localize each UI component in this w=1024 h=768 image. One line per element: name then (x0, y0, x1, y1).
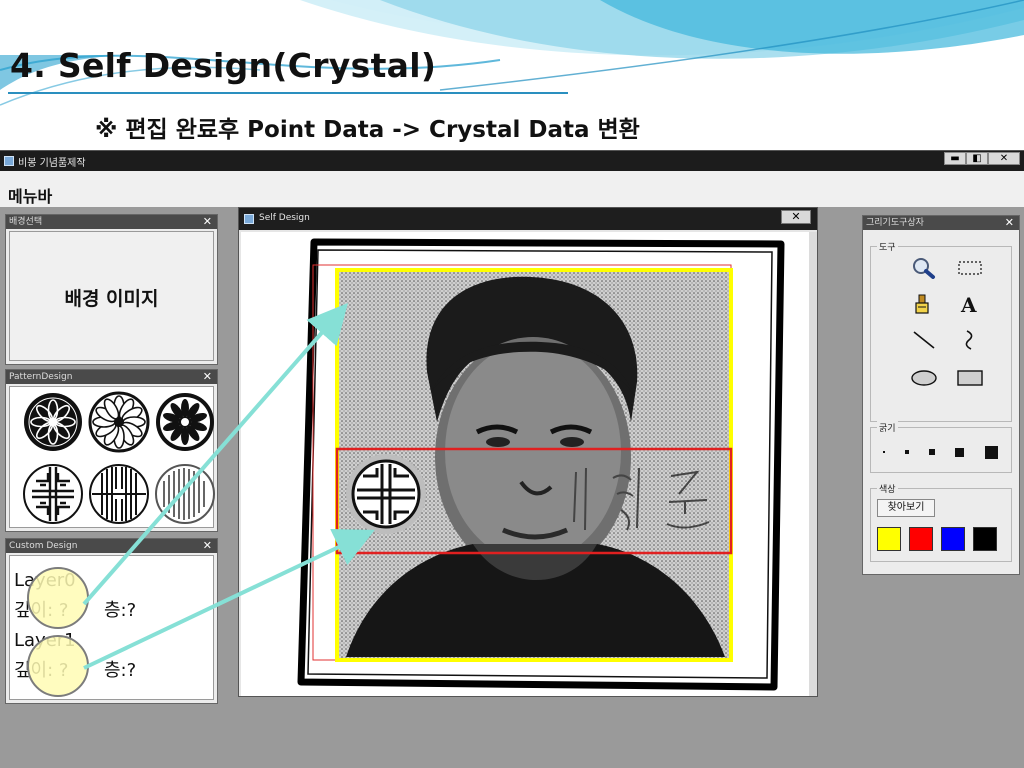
layer-0-arrow (82, 302, 348, 606)
annotation-arrows (82, 302, 375, 670)
slide: 4. Self Design(Crystal) ※ 편집 완료후 Point D… (0, 0, 1024, 768)
